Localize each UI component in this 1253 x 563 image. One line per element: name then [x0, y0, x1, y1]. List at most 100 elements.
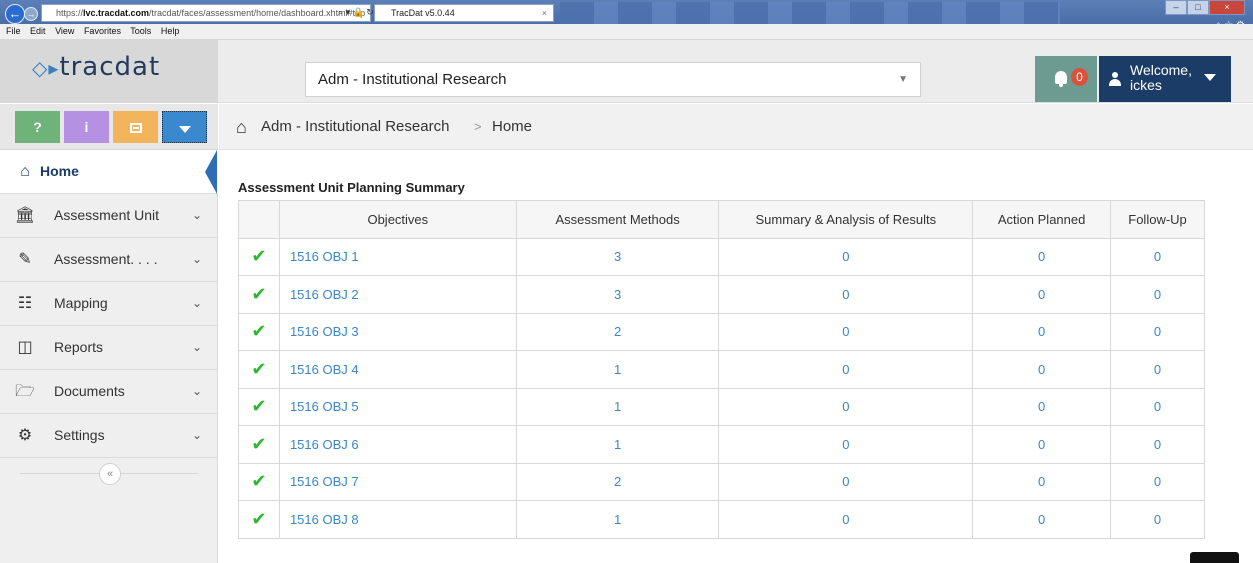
objective-link[interactable]: 1516 OBJ 7: [278, 462, 517, 501]
action-count-link[interactable]: 0: [972, 387, 1112, 426]
sidebar-item-assessment[interactable]: ✎ Assessment. . . . ⌄: [0, 238, 218, 282]
restore-icon[interactable]: □: [1187, 0, 1209, 15]
followup-count-link[interactable]: 0: [1110, 500, 1205, 539]
window-close-icon[interactable]: ×: [1209, 0, 1245, 15]
followup-count-link[interactable]: 0: [1110, 387, 1205, 426]
menu-view[interactable]: View: [55, 26, 74, 36]
notifications-button[interactable]: 0: [1035, 56, 1097, 102]
objective-link[interactable]: 1516 OBJ 1: [278, 237, 517, 276]
breadcrumb-separator: >: [474, 119, 482, 134]
methods-count-link[interactable]: 2: [515, 312, 720, 351]
checkmark-icon: ✔: [238, 425, 280, 464]
filter-button[interactable]: [162, 111, 207, 143]
sidebar-item-label: Documents: [54, 383, 125, 399]
objective-link[interactable]: 1516 OBJ 6: [278, 425, 517, 464]
home-icon: ⌂: [20, 163, 30, 180]
browser-tab[interactable]: TracDat v5.0.44 ×: [374, 4, 554, 22]
followup-count-link[interactable]: 0: [1110, 462, 1205, 501]
results-count-link[interactable]: 0: [718, 387, 974, 426]
address-bar[interactable]: https://lvc.tracdat.com/tracdat/faces/as…: [41, 4, 371, 22]
checkmark-icon: ✔: [238, 275, 280, 314]
methods-count-link[interactable]: 1: [515, 500, 720, 539]
results-count-link[interactable]: 0: [718, 275, 974, 314]
notes-icon: [129, 123, 142, 134]
menu-edit[interactable]: Edit: [30, 26, 46, 36]
checkmark-icon: ✔: [238, 350, 280, 389]
home-icon[interactable]: ⌂: [236, 104, 247, 150]
action-count-link[interactable]: 0: [972, 500, 1112, 539]
action-count-link[interactable]: 0: [972, 350, 1112, 389]
notes-button[interactable]: [113, 111, 158, 143]
results-count-link[interactable]: 0: [718, 350, 974, 389]
menu-tools[interactable]: Tools: [130, 26, 151, 36]
checkmark-icon: ✔: [238, 462, 280, 501]
objective-link[interactable]: 1516 OBJ 4: [278, 350, 517, 389]
checkmark-icon: ✔: [238, 387, 280, 426]
objective-link[interactable]: 1516 OBJ 8: [278, 500, 517, 539]
sidebar-item-reports[interactable]: ◫ Reports ⌄: [0, 326, 218, 370]
methods-count-link[interactable]: 1: [515, 387, 720, 426]
sitemap-icon: ☷: [17, 295, 33, 312]
unit-select[interactable]: Adm - Institutional Research ▼: [305, 62, 921, 97]
notification-badge: 0: [1071, 68, 1088, 86]
sidebar-item-assessment-unit[interactable]: 🏛 Assessment Unit ⌄: [0, 194, 218, 238]
chevron-down-icon: ▼: [898, 74, 908, 85]
objective-link[interactable]: 1516 OBJ 2: [278, 275, 517, 314]
results-count-link[interactable]: 0: [718, 500, 974, 539]
sidebar-item-settings[interactable]: ⚙ Settings ⌄: [0, 414, 218, 458]
checkmark-icon: ✔: [238, 500, 280, 539]
methods-count-link[interactable]: 3: [515, 275, 720, 314]
results-count-link[interactable]: 0: [718, 237, 974, 276]
address-search-icon[interactable]: ⌕ ▾ 🔒 ↻: [338, 4, 374, 20]
results-count-link[interactable]: 0: [718, 312, 974, 351]
breadcrumb-unit[interactable]: Adm - Institutional Research: [261, 104, 449, 150]
followup-count-link[interactable]: 0: [1110, 237, 1205, 276]
user-icon: [1109, 72, 1121, 86]
results-count-link[interactable]: 0: [718, 462, 974, 501]
methods-count-link[interactable]: 2: [515, 462, 720, 501]
tab-close-icon[interactable]: ×: [542, 5, 547, 21]
bell-icon: [1055, 71, 1067, 87]
info-button[interactable]: i: [64, 111, 109, 143]
methods-count-link[interactable]: 1: [515, 425, 720, 464]
window-controls: – □ ×: [1165, 0, 1245, 16]
results-count-link[interactable]: 0: [718, 425, 974, 464]
checkmark-icon: ✔: [238, 312, 280, 351]
breadcrumb: ⌂ Adm - Institutional Research > Home: [219, 104, 1253, 150]
sidebar-item-documents[interactable]: 🗁 Documents ⌄: [0, 370, 218, 414]
quick-actions: ? i: [0, 104, 218, 150]
sidebar-item-label: Home: [40, 163, 79, 179]
followup-count-link[interactable]: 0: [1110, 350, 1205, 389]
sidebar-item-mapping[interactable]: ☷ Mapping ⌄: [0, 282, 218, 326]
menu-favorites[interactable]: Favorites: [84, 26, 121, 36]
objective-link[interactable]: 1516 OBJ 3: [278, 312, 517, 351]
methods-count-link[interactable]: 3: [515, 237, 720, 276]
column-header: Follow-Up: [1110, 200, 1205, 239]
gear-icon: ⚙: [17, 427, 33, 444]
followup-count-link[interactable]: 0: [1110, 425, 1205, 464]
user-menu-button[interactable]: Welcome, ickes: [1099, 56, 1231, 102]
action-count-link[interactable]: 0: [972, 275, 1112, 314]
menu-help[interactable]: Help: [161, 26, 180, 36]
action-count-link[interactable]: 0: [972, 312, 1112, 351]
methods-count-link[interactable]: 1: [515, 350, 720, 389]
objective-link[interactable]: 1516 OBJ 5: [278, 387, 517, 426]
followup-count-link[interactable]: 0: [1110, 312, 1205, 351]
logo-area: ◇▸tracdat: [0, 40, 218, 103]
forward-button[interactable]: →: [24, 7, 38, 21]
unit-select-value: Adm - Institutional Research: [318, 71, 507, 88]
action-count-link[interactable]: 0: [972, 462, 1112, 501]
sidebar-item-home[interactable]: ⌂ Home: [0, 150, 218, 194]
collapse-sidebar-button[interactable]: «: [99, 463, 121, 485]
help-button[interactable]: ?: [15, 111, 60, 143]
scroll-top-button[interactable]: [1190, 552, 1239, 563]
minimize-icon[interactable]: –: [1165, 0, 1187, 15]
menu-file[interactable]: File: [6, 26, 21, 36]
followup-count-link[interactable]: 0: [1110, 275, 1205, 314]
pencil-icon: ✎: [18, 251, 32, 268]
chevron-down-icon: ⌄: [192, 208, 203, 222]
action-count-link[interactable]: 0: [972, 425, 1112, 464]
tracdat-logo[interactable]: ◇▸tracdat: [32, 52, 160, 82]
back-button[interactable]: ←: [5, 4, 25, 24]
action-count-link[interactable]: 0: [972, 237, 1112, 276]
